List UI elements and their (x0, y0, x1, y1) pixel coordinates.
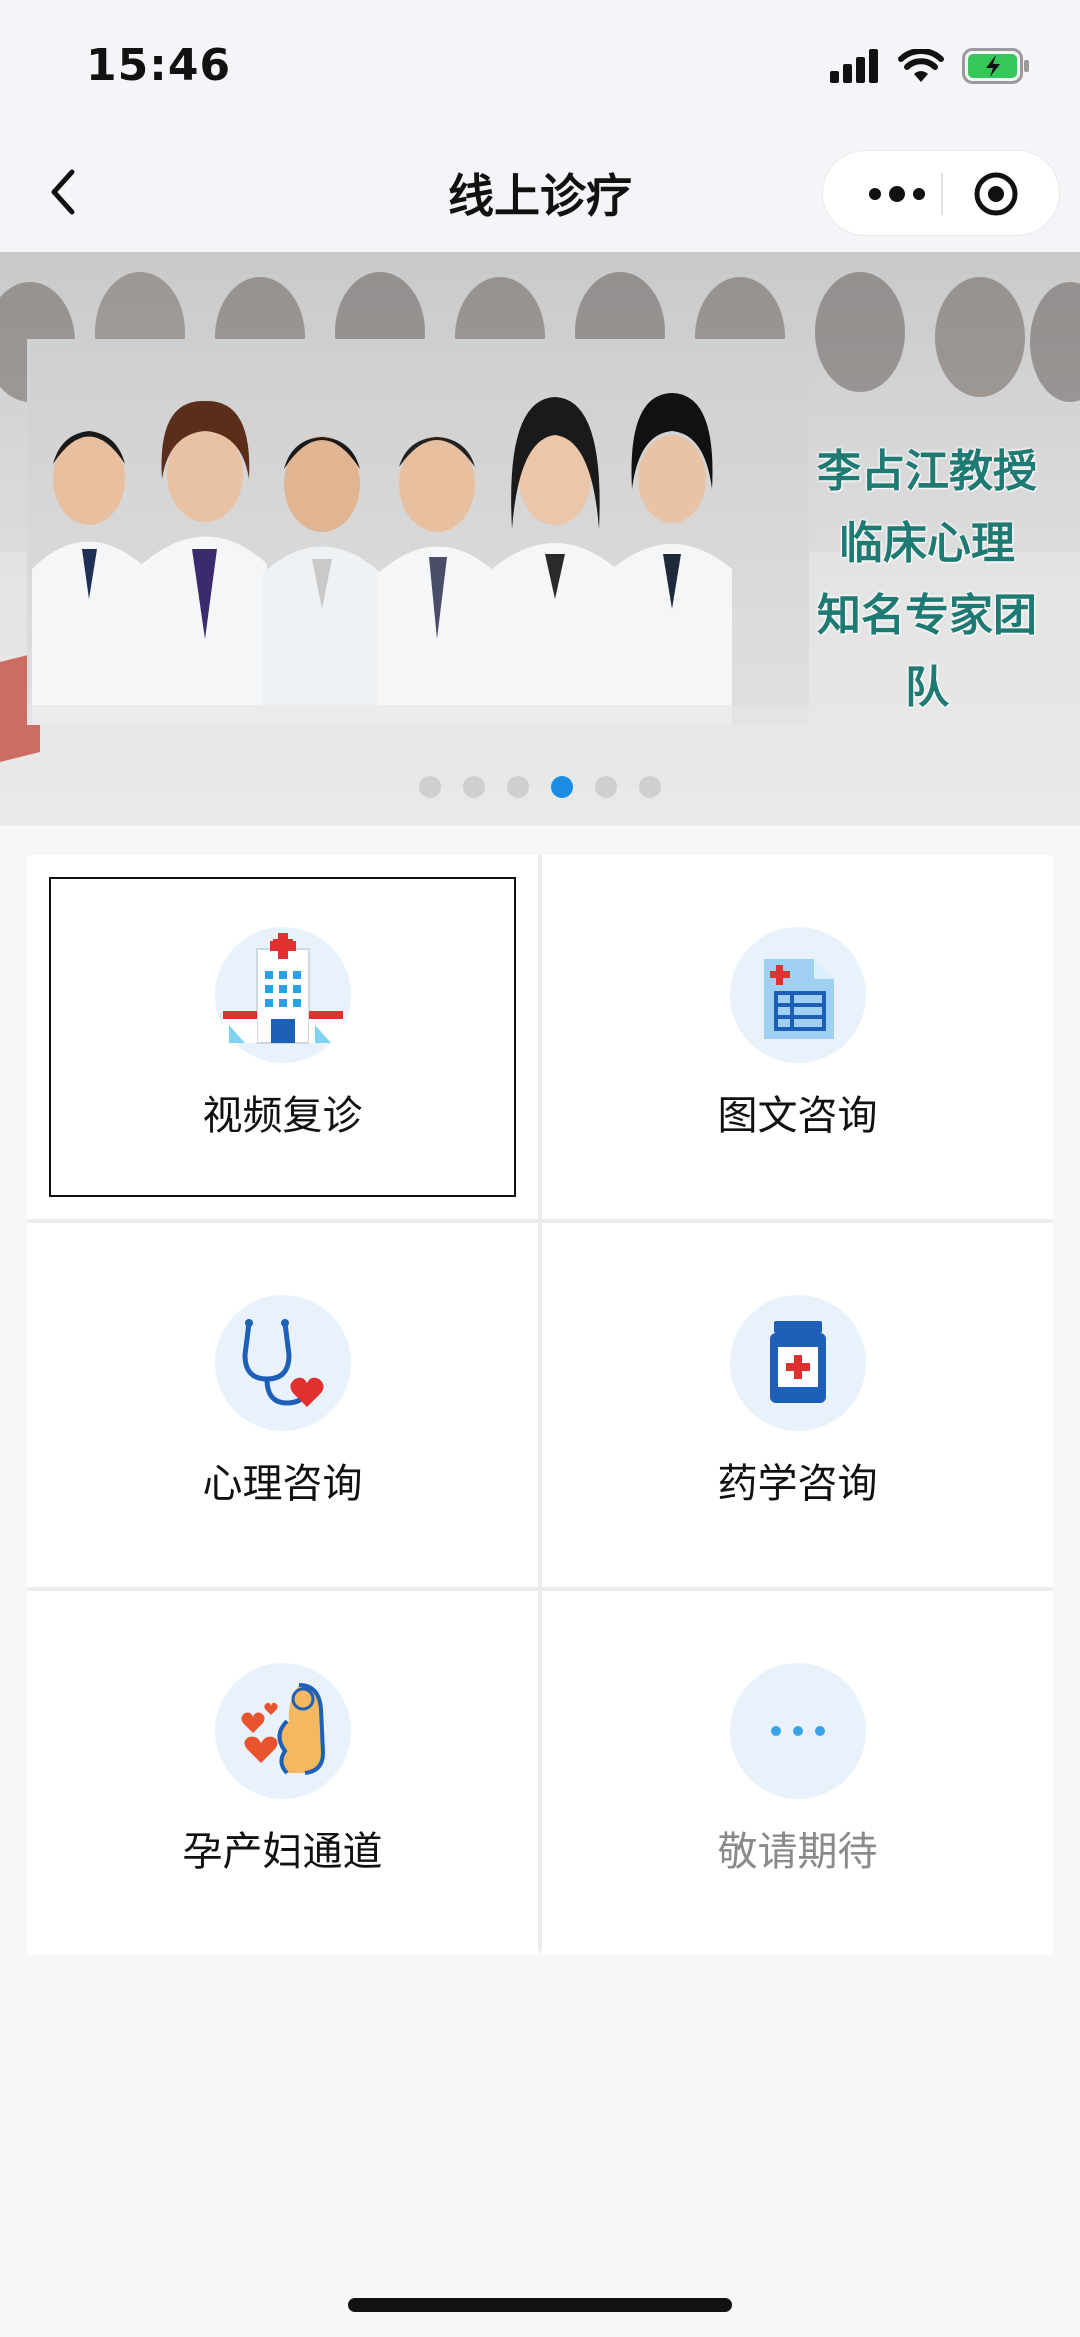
more-options-button[interactable] (853, 173, 941, 215)
service-grid: 视频复诊 图文咨询 心理咨询 药学咨询 孕产妇通道 敬请期待 (27, 855, 1053, 1955)
service-icon-bg (214, 1295, 351, 1431)
cellular-signal-icon (830, 49, 878, 83)
banner-carousel[interactable]: 李占江教授 临床心理 知名专家团队 (0, 252, 1080, 826)
stethoscope-icon (241, 1319, 324, 1407)
carousel-dot-active[interactable] (551, 776, 573, 798)
status-bar: 15:46 (0, 0, 1080, 132)
service-maternal-channel[interactable]: 孕产妇通道 (27, 1591, 538, 1955)
home-indicator[interactable] (348, 2298, 732, 2312)
service-coming-soon: 敬请期待 (542, 1591, 1053, 1955)
service-label: 药学咨询 (717, 1461, 878, 1507)
mini-program-capsule (822, 150, 1060, 236)
close-mini-program-button[interactable] (973, 171, 1019, 217)
battery-icon (962, 48, 1029, 84)
banner-caption: 李占江教授 临床心理 知名专家团队 (812, 436, 1042, 724)
service-icon-bg (729, 1663, 866, 1799)
pregnant-woman-icon (240, 1683, 325, 1775)
capsule-divider (941, 173, 943, 215)
service-image-text-consult[interactable]: 图文咨询 (542, 855, 1053, 1219)
service-label: 心理咨询 (202, 1461, 363, 1507)
doctors-group-photo (27, 393, 809, 725)
carousel-dot[interactable] (639, 776, 661, 798)
service-pharmacy-consult[interactable]: 药学咨询 (542, 1223, 1053, 1587)
nav-bar: 线上诊疗 (0, 132, 1080, 252)
service-label: 敬请期待 (717, 1829, 878, 1875)
service-label: 视频复诊 (202, 1093, 363, 1139)
carousel-dot[interactable] (419, 776, 441, 798)
carousel-dot[interactable] (595, 776, 617, 798)
carousel-dot[interactable] (463, 776, 485, 798)
banner-caption-line: 知名专家团队 (817, 590, 1037, 713)
target-icon (974, 172, 1018, 216)
banner-caption-line: 临床心理 (839, 518, 1015, 569)
banner-doctors-image (27, 339, 809, 725)
medical-document-icon (763, 959, 834, 1039)
carousel-pagination (0, 776, 1080, 798)
service-label: 孕产妇通道 (182, 1829, 383, 1875)
service-label: 图文咨询 (717, 1093, 878, 1139)
service-video-revisit[interactable]: 视频复诊 (27, 855, 538, 1219)
banner-caption-line: 李占江教授 (817, 446, 1037, 497)
service-psychological-consult[interactable]: 心理咨询 (27, 1223, 538, 1587)
carousel-dot[interactable] (507, 776, 529, 798)
service-icon-bg (214, 927, 351, 1063)
status-time: 15:46 (86, 40, 232, 91)
wifi-icon (898, 49, 944, 82)
service-icon-bg (214, 1663, 351, 1799)
service-icon-bg (729, 1295, 866, 1431)
status-icons (830, 46, 1030, 86)
hospital-icon (222, 933, 343, 1044)
service-icon-bg (729, 927, 866, 1063)
medicine-bottle-icon (769, 1321, 826, 1403)
more-dots-icon (770, 1726, 825, 1736)
